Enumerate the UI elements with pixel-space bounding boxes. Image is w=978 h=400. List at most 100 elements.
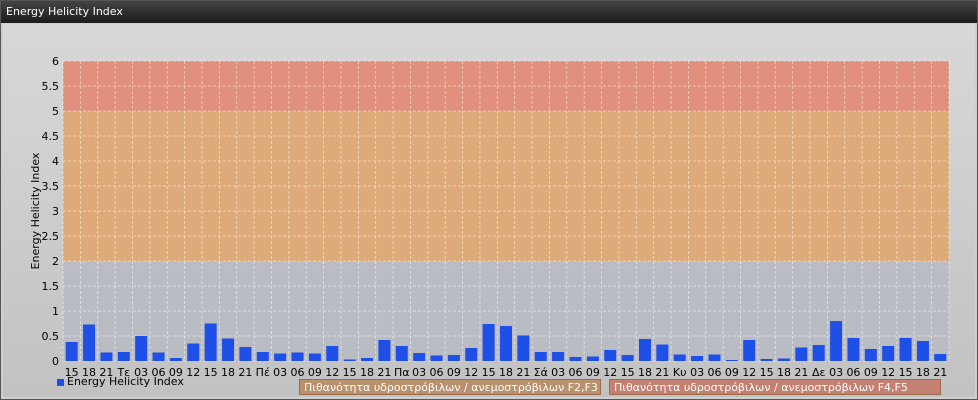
bar-22	[447, 355, 460, 361]
bar-39	[743, 340, 756, 361]
x-tick-label: 03	[551, 366, 565, 379]
bar-37	[708, 354, 721, 361]
bar-50	[934, 354, 947, 361]
bar-1	[83, 324, 96, 361]
x-tick-label: Δε	[812, 366, 826, 379]
bar-21	[430, 355, 443, 361]
bar-27	[534, 352, 547, 361]
legend-swatch-icon	[57, 378, 64, 386]
x-tick-label: 12	[742, 366, 756, 379]
bar-12	[274, 353, 287, 361]
y-tick-label: 2.5	[42, 230, 60, 243]
x-tick-label: 15	[899, 366, 913, 379]
bar-10	[239, 347, 252, 361]
x-tick-label: 12	[464, 366, 478, 379]
bar-3	[117, 352, 130, 361]
bar-29	[569, 357, 582, 361]
x-tick-label: 06	[846, 366, 860, 379]
legend-series-label: Energy Helicity Index	[67, 375, 184, 388]
bar-26	[517, 335, 530, 361]
x-tick-label: 09	[725, 366, 739, 379]
x-tick-label: 15	[482, 366, 496, 379]
x-tick-label: 18	[360, 366, 374, 379]
x-tick-label: Κυ	[673, 366, 687, 379]
bar-15	[326, 346, 339, 361]
x-tick-label: 21	[933, 366, 947, 379]
x-tick-label: 15	[343, 366, 357, 379]
y-tick-label: 1.5	[42, 280, 60, 293]
y-tick-label: 6	[52, 55, 59, 68]
y-tick-label: 3.5	[42, 180, 60, 193]
bar-28	[552, 352, 565, 361]
y-axis-title: Energy Helicity Index	[29, 152, 42, 269]
x-tick-label: 09	[586, 366, 600, 379]
x-tick-label: 12	[881, 366, 895, 379]
x-tick-label: 15	[204, 366, 218, 379]
bar-25	[500, 326, 512, 361]
x-tick-label: 15	[760, 366, 774, 379]
y-tick-label: 4.5	[42, 130, 60, 143]
bar-40	[760, 359, 773, 361]
x-tick-label: 06	[430, 366, 444, 379]
x-tick-label: 12	[186, 366, 200, 379]
x-tick-label: 09	[308, 366, 322, 379]
x-tick-label: 21	[238, 366, 252, 379]
y-tick-label: 4	[52, 155, 59, 168]
bar-38	[725, 360, 738, 361]
ehi-bar-chart: 00.511.522.533.544.555.5615 18 21 Τε 03 06 09 1…	[29, 55, 950, 379]
bar-18	[378, 340, 391, 361]
x-tick-label: 21	[516, 366, 530, 379]
bar-34	[656, 344, 669, 361]
bar-45	[847, 338, 860, 361]
x-tick-label: 21	[655, 366, 669, 379]
bar-33	[638, 339, 651, 361]
bar-49	[916, 341, 929, 361]
bar-47	[882, 346, 895, 361]
band-label-f2f3: Πιθανότητα υδροστρόβιλων / ανεμοστρόβιλω…	[299, 379, 601, 395]
bar-24	[482, 324, 495, 361]
y-tick-label: 2	[52, 255, 59, 268]
x-tick-label: 21	[794, 366, 808, 379]
y-tick-label: 0	[52, 355, 59, 368]
bar-48	[899, 338, 912, 361]
x-tick-label: 18	[221, 366, 235, 379]
window-title: Energy Helicity Index	[6, 5, 123, 18]
x-tick-label: 09	[864, 366, 878, 379]
bar-14	[308, 353, 321, 361]
bar-19	[395, 346, 408, 361]
x-tick-label: 12	[325, 366, 339, 379]
x-tick-label: Σά	[534, 366, 548, 379]
chart-panel: 0 0.5 1 1.5 2 2.5 3 3.5 4 4.5 5 5.5 6 15 18 21 Τε 03 06 09 1…	[3, 24, 975, 397]
bar-36	[691, 356, 704, 361]
bar-16	[343, 359, 356, 361]
x-tick-label: 09	[447, 366, 461, 379]
bar-41	[777, 358, 790, 361]
bar-2	[100, 352, 113, 361]
bar-5	[152, 352, 165, 361]
x-tick-label: 18	[638, 366, 652, 379]
x-tick-label: 03	[829, 366, 843, 379]
bar-0	[65, 342, 78, 361]
bar-44	[830, 321, 843, 361]
bar-32	[621, 355, 634, 361]
bar-30	[586, 356, 599, 361]
x-tick-label: 18	[916, 366, 930, 379]
y-tick-label: 0.5	[42, 330, 60, 343]
chart-window: Energy Helicity Index 0 0.5 1 1.5 2 2.5 3 3.5 4 4…	[0, 0, 978, 400]
bar-4	[135, 336, 148, 361]
y-tick-label: 5	[52, 105, 59, 118]
x-tick-label: 15	[621, 366, 635, 379]
bar-11	[256, 352, 269, 361]
x-tick-label: 03	[412, 366, 426, 379]
bar-7	[187, 343, 200, 361]
bar-31	[604, 350, 617, 361]
x-tick-label: 06	[707, 366, 721, 379]
bar-42	[795, 347, 808, 361]
band-label-f4f5: Πιθανότητα υδροστρόβιλων / ανεμοστρόβιλω…	[609, 379, 941, 395]
bar-9	[222, 338, 235, 361]
bar-43	[812, 345, 825, 361]
bar-46	[864, 349, 877, 361]
x-tick-label: 06	[568, 366, 582, 379]
bar-17	[361, 358, 374, 361]
chart-legend: Energy Helicity Index	[57, 375, 184, 388]
